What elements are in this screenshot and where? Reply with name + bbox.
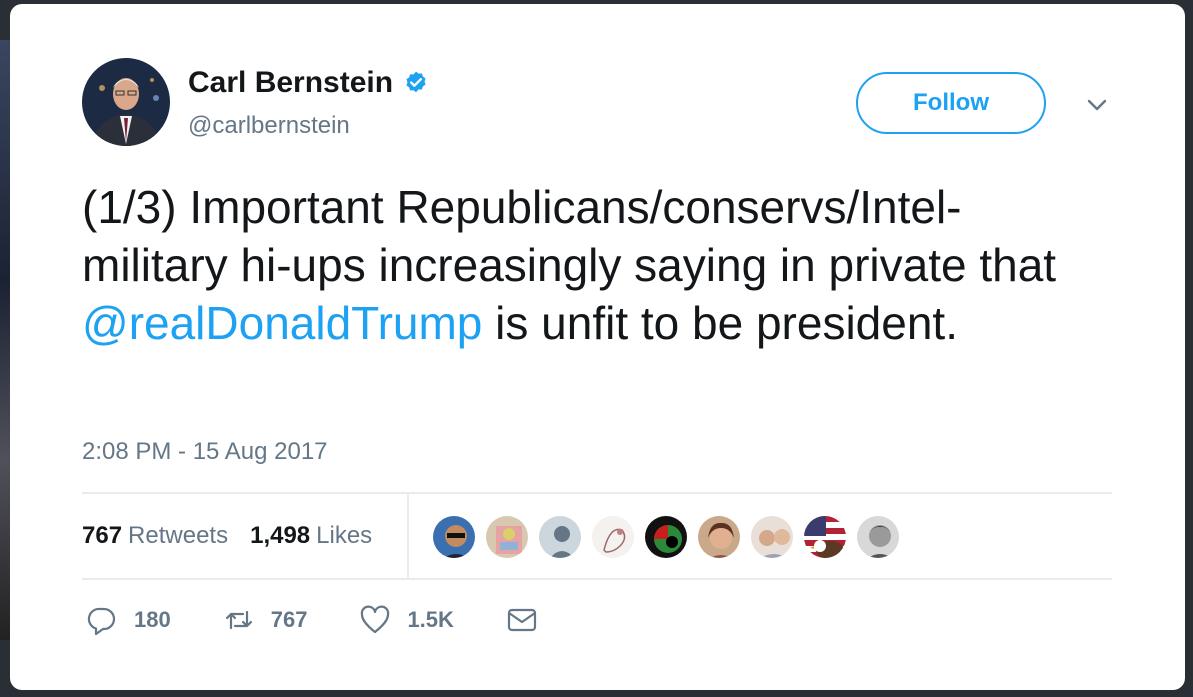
liker-avatar[interactable] — [484, 514, 530, 560]
user-handle[interactable]: @carlbernstein — [188, 112, 350, 140]
tweet-text-after: is unfit to be president. — [482, 297, 958, 349]
like-count: 1.5K — [407, 607, 454, 632]
divider-top — [82, 492, 1112, 494]
stats-divider — [407, 494, 409, 578]
mention-link[interactable]: @realDonaldTrump — [82, 297, 482, 349]
retweet-icon — [225, 610, 252, 630]
retweets-stat[interactable]: 767 Retweets — [82, 522, 228, 550]
direct-message-button[interactable] — [506, 604, 538, 636]
like-button[interactable]: 1.5K — [359, 604, 454, 636]
tweet-text: (1/3) Important Republicans/conservs/Int… — [82, 178, 1092, 352]
reply-button[interactable]: 180 — [86, 604, 171, 636]
liker-avatars — [431, 514, 908, 560]
divider-bottom — [82, 578, 1112, 580]
verified-badge-icon — [406, 71, 426, 93]
retweet-count: 767 — [270, 607, 308, 632]
retweets-count: 767 — [82, 522, 123, 549]
chevron-down-icon[interactable] — [1086, 94, 1108, 116]
user-name[interactable]: Carl Bernstein — [188, 66, 393, 100]
likes-count: 1,498 — [250, 522, 311, 549]
direct-message-icon — [507, 608, 537, 632]
likes-label: Likes — [316, 522, 373, 549]
liker-avatar[interactable] — [590, 514, 636, 560]
retweet-button[interactable]: 767 — [223, 604, 308, 636]
liker-avatar[interactable] — [749, 514, 795, 560]
reply-count: 180 — [134, 607, 171, 632]
timestamp[interactable]: 2:08 PM - 15 Aug 2017 — [82, 438, 328, 466]
action-bar: 180 767 1.5K — [86, 604, 590, 636]
tweet-card: Carl Bernstein @carlbernstein Follow (1/… — [10, 4, 1185, 690]
tweet-text-before: (1/3) Important Republicans/conservs/Int… — [82, 181, 1057, 291]
engagement-stats: 767 Retweets 1,498 Likes — [82, 522, 372, 550]
liker-avatar[interactable] — [696, 514, 742, 560]
retweets-label: Retweets — [128, 522, 229, 549]
likes-stat[interactable]: 1,498 Likes — [250, 522, 372, 550]
reply-icon — [87, 607, 116, 636]
liker-avatar[interactable] — [431, 514, 477, 560]
follow-button[interactable]: Follow — [856, 72, 1046, 134]
liker-avatar[interactable] — [802, 514, 848, 560]
liker-avatar[interactable] — [537, 514, 583, 560]
liker-avatar[interactable] — [855, 514, 901, 560]
liker-avatar[interactable] — [643, 514, 689, 560]
heart-icon — [361, 605, 390, 634]
avatar[interactable] — [82, 58, 170, 146]
